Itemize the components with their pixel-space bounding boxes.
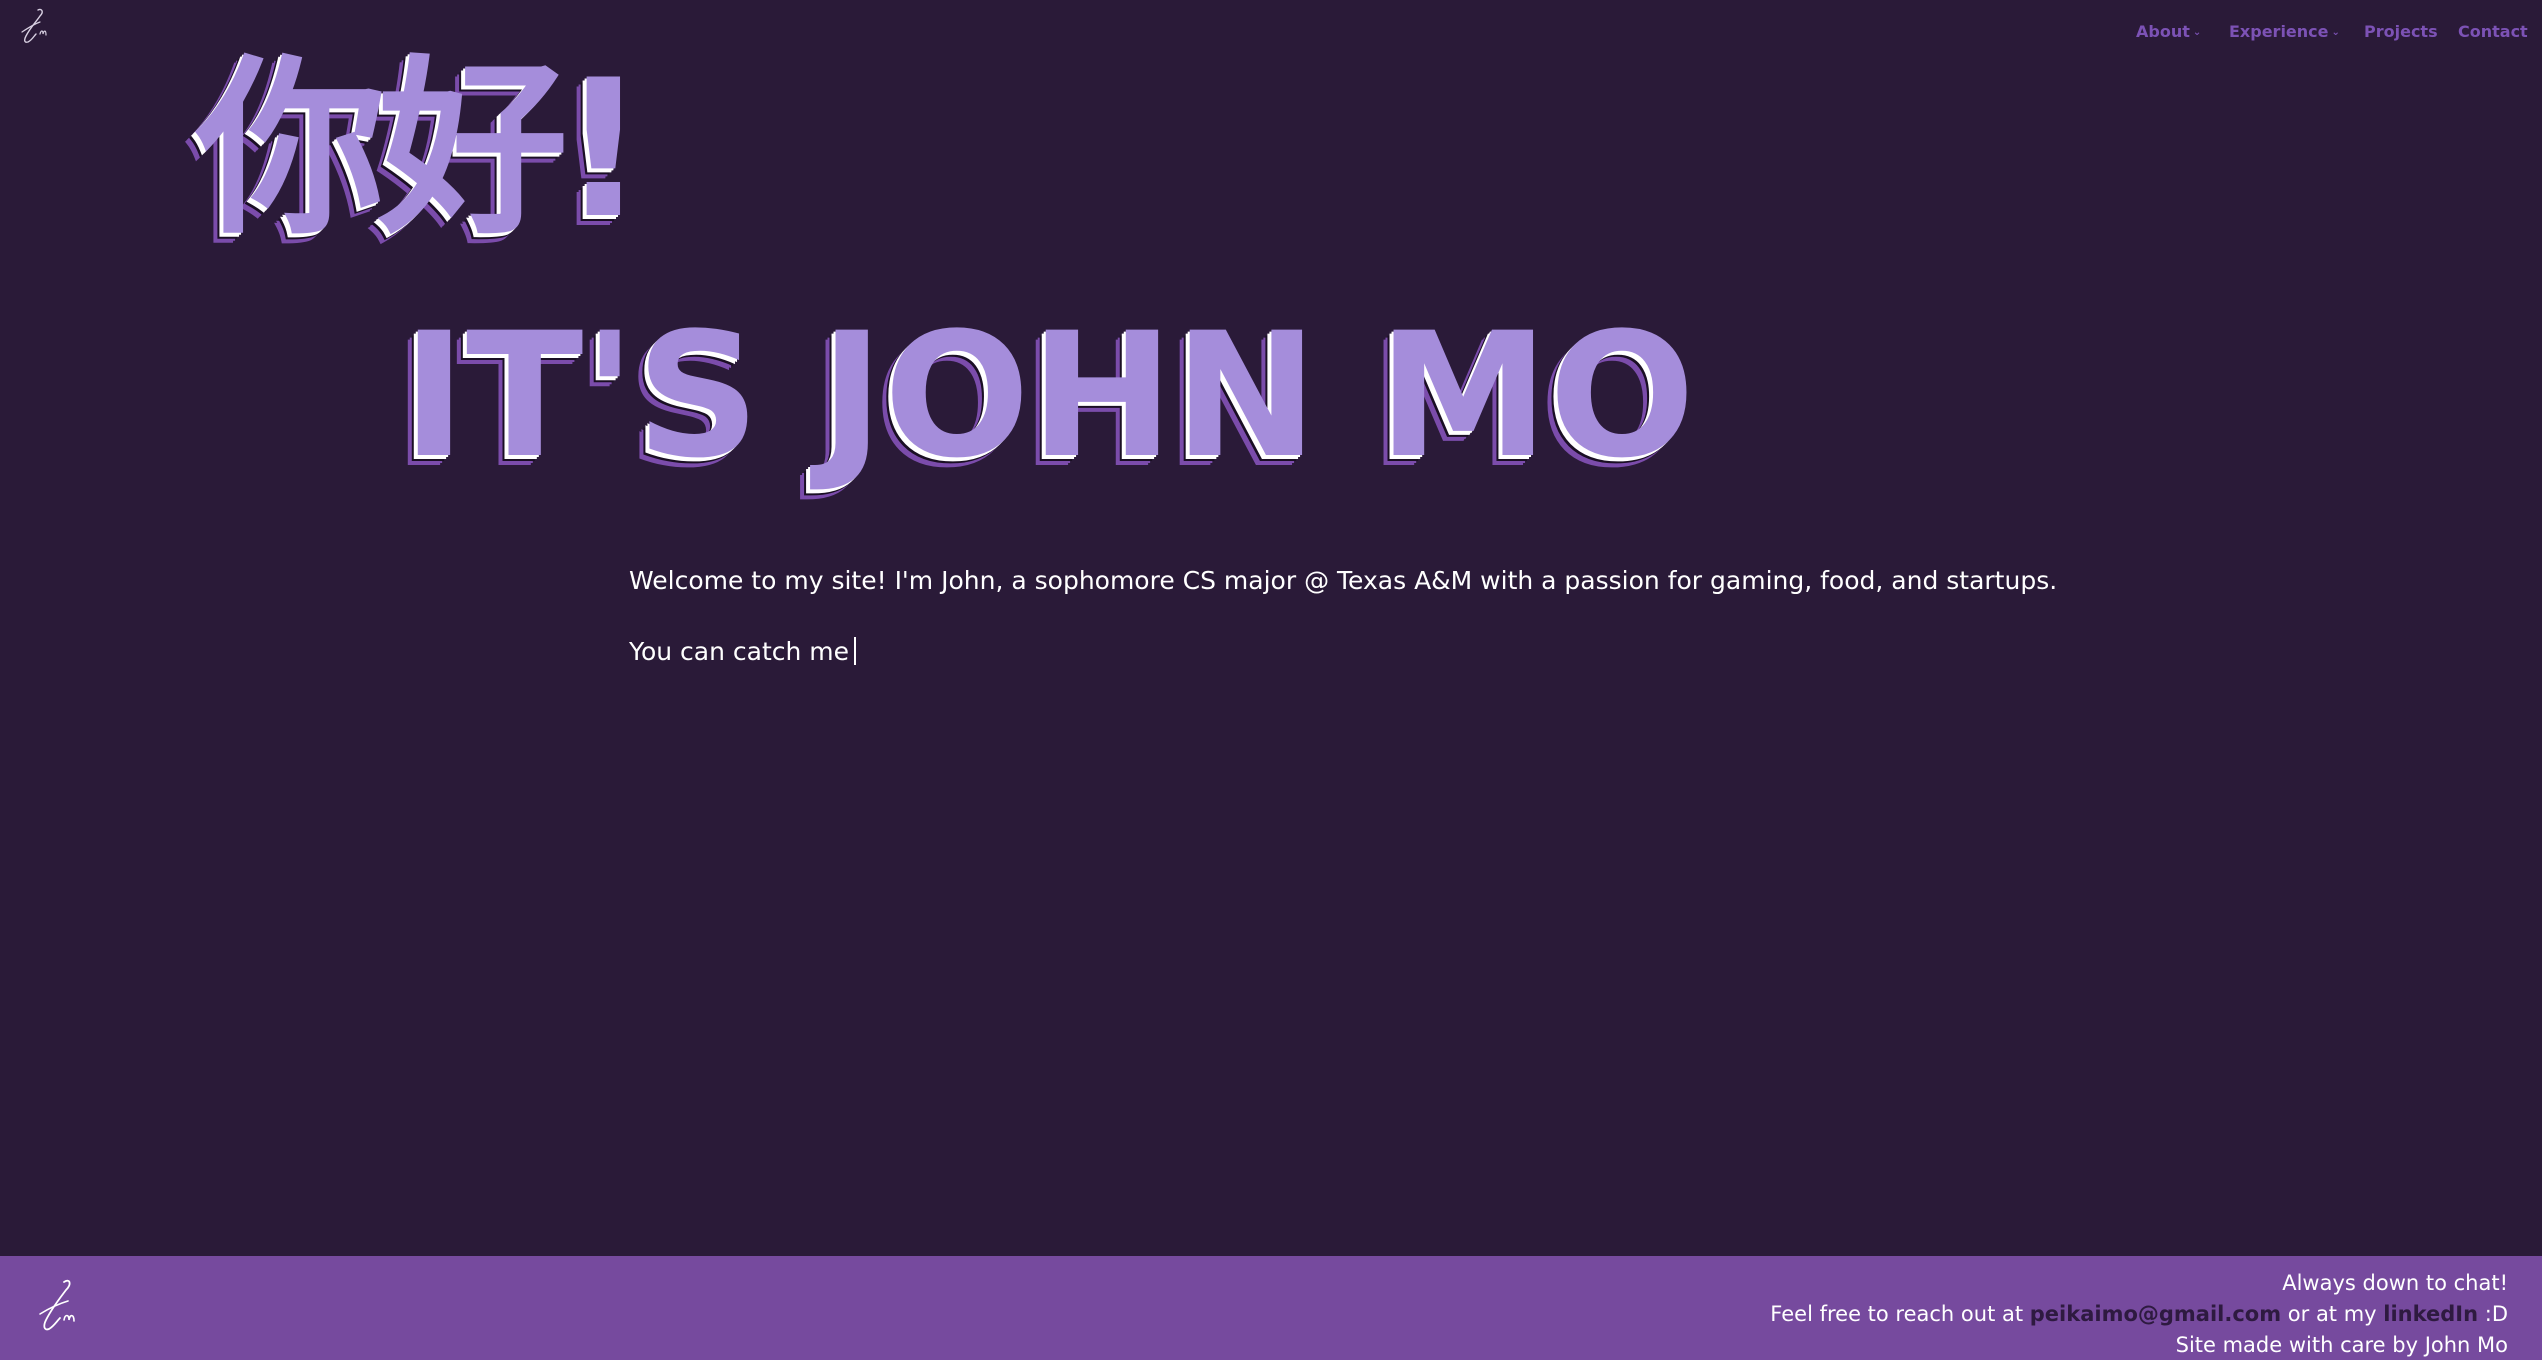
- hero-name: IT'S JOHN MO: [402, 295, 1696, 496]
- email-link[interactable]: peikaimo@gmail.com: [2030, 1302, 2281, 1326]
- nav-projects-label: Projects: [2364, 21, 2438, 41]
- page: About ⌄ Experience ⌄ Projects Contact 你好…: [0, 0, 2542, 1360]
- footer-line-2-mid: or at my: [2281, 1302, 2384, 1326]
- nav-experience[interactable]: Experience ⌄: [2229, 22, 2340, 41]
- nav-projects[interactable]: Projects: [2364, 22, 2438, 41]
- footer-line-2-suffix: :D: [2478, 1302, 2508, 1326]
- hero-greeting: 你好!: [196, 39, 647, 260]
- typing-cursor: [854, 637, 857, 665]
- catch-line-text: You can catch me: [629, 637, 850, 666]
- chevron-down-icon: ⌄: [2331, 27, 2340, 38]
- nav-about[interactable]: About ⌄: [2136, 22, 2201, 41]
- nav-about-label: About: [2136, 21, 2190, 41]
- signature-logo-icon[interactable]: [36, 1276, 90, 1340]
- signature-logo-icon[interactable]: [18, 6, 58, 48]
- linkedin-link[interactable]: linkedIn: [2383, 1302, 2478, 1326]
- footer-line-2-prefix: Feel free to reach out at: [1770, 1302, 2030, 1326]
- chevron-down-icon: ⌄: [2192, 27, 2202, 38]
- footer-line-3: Site made with care by John Mo: [2175, 1333, 2508, 1357]
- nav-contact-label: Contact: [2458, 21, 2528, 41]
- footer: Always down to chat! Feel free to reach …: [0, 1256, 2542, 1360]
- footer-line-1: Always down to chat!: [2282, 1271, 2508, 1295]
- footer-text: Always down to chat! Feel free to reach …: [1770, 1268, 2508, 1360]
- footer-line-2: Feel free to reach out at peikaimo@gmail…: [1770, 1299, 2508, 1330]
- nav-experience-label: Experience: [2229, 21, 2329, 41]
- intro-text: Welcome to my site! I'm John, a sophomor…: [629, 566, 2058, 595]
- nav-contact[interactable]: Contact: [2458, 22, 2528, 41]
- catch-line: You can catch me: [629, 637, 857, 666]
